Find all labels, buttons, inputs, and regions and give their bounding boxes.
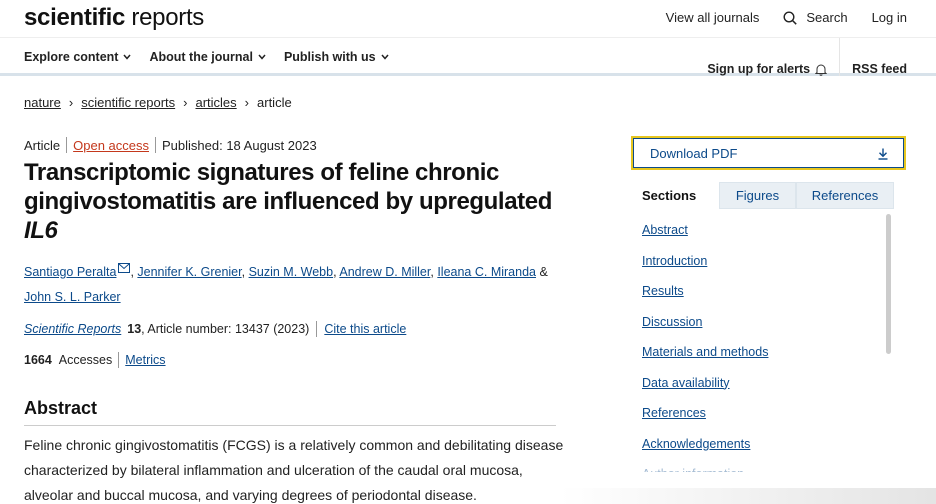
- article-type: Article: [24, 137, 61, 153]
- publish-menu[interactable]: Publish with us: [284, 50, 389, 64]
- cite-article-link[interactable]: Cite this article: [324, 322, 406, 336]
- section-link-results[interactable]: Results: [642, 279, 882, 310]
- abstract-text: Feline chronic gingivostomatitis (FCGS) …: [24, 437, 564, 503]
- search-button[interactable]: Search: [783, 10, 848, 25]
- article-number: , Article number: 13437 (2023): [141, 322, 310, 336]
- open-access-link[interactable]: Open access: [73, 138, 149, 153]
- breadcrumb-scientific-reports[interactable]: scientific reports: [81, 95, 175, 110]
- section-link-data-availability[interactable]: Data availability: [642, 371, 882, 402]
- breadcrumb: nature › scientific reports › articles › ar…: [24, 95, 292, 110]
- about-journal-menu[interactable]: About the journal: [149, 50, 266, 64]
- author-link[interactable]: Andrew D. Miller: [339, 265, 430, 279]
- breadcrumb-articles[interactable]: articles: [195, 95, 236, 110]
- abstract-heading: Abstract: [24, 398, 98, 418]
- sections-list: Abstract Introduction Results Discussion…: [642, 218, 882, 472]
- chevron-down-icon: [381, 54, 389, 60]
- site-logo[interactable]: scientific reports: [24, 4, 204, 32]
- section-link-references[interactable]: References: [642, 401, 882, 432]
- journal-link[interactable]: Scientific Reports: [24, 322, 121, 336]
- section-link-methods[interactable]: Materials and methods: [642, 340, 882, 371]
- article-title: Transcriptomic signatures of feline chro…: [24, 159, 552, 244]
- published-date: Published: 18 August 2023: [162, 137, 317, 153]
- explore-content-menu[interactable]: Explore content: [24, 50, 132, 64]
- volume: 13: [127, 322, 142, 336]
- alerts-link[interactable]: Sign up for alerts: [707, 62, 828, 76]
- author-link[interactable]: Santiago Peralta: [24, 265, 116, 279]
- section-link-abstract[interactable]: Abstract: [642, 218, 882, 249]
- main-nav: Explore content About the journal Publis…: [0, 38, 936, 76]
- section-link-acknowledgements[interactable]: Acknowledgements: [642, 432, 882, 463]
- bottom-shade: [560, 488, 936, 504]
- top-header: scientific reports View all journals Sea…: [0, 0, 936, 38]
- section-link-discussion[interactable]: Discussion: [642, 310, 882, 341]
- breadcrumb-separator: ›: [183, 95, 188, 110]
- section-link-introduction[interactable]: Introduction: [642, 249, 882, 280]
- tab-figures[interactable]: Figures: [719, 182, 796, 209]
- nav-divider: [839, 38, 841, 76]
- tab-references[interactable]: References: [796, 182, 894, 209]
- bell-icon: [815, 64, 828, 76]
- author-link[interactable]: Jennifer K. Grenier: [137, 265, 241, 279]
- author-list: Santiago Peralta, Jennifer K. Grenier, S…: [24, 263, 548, 304]
- accesses-count: 1664: [24, 353, 52, 367]
- view-all-journals-link[interactable]: View all journals: [666, 10, 760, 25]
- author-link[interactable]: John S. L. Parker: [24, 290, 121, 304]
- top-nav: View all journals Search Log in: [666, 10, 907, 25]
- login-link[interactable]: Log in: [872, 10, 907, 25]
- metrics-link[interactable]: Metrics: [125, 353, 165, 367]
- breadcrumb-separator: ›: [244, 95, 250, 110]
- download-pdf-label: Download PDF: [650, 146, 738, 161]
- accesses-label: Accesses: [58, 353, 113, 367]
- sections-scrollbar[interactable]: [886, 214, 891, 354]
- abstract-divider: [24, 425, 556, 426]
- sidebar-tabs: Sections Figures References: [632, 182, 894, 209]
- download-icon: [878, 148, 888, 160]
- author-link[interactable]: Suzin M. Webb: [249, 265, 334, 279]
- article-meta: Article Open access Published: 18 August…: [24, 137, 317, 153]
- author-link[interactable]: Ileana C. Miranda: [437, 265, 536, 279]
- download-pdf-button[interactable]: Download PDF: [631, 136, 906, 170]
- breadcrumb-nature[interactable]: nature: [24, 95, 61, 110]
- article-metrics: 1664 Accesses Metrics: [24, 352, 166, 368]
- chevron-down-icon: [123, 54, 132, 60]
- breadcrumb-current: article: [257, 95, 292, 110]
- breadcrumb-separator: ›: [68, 95, 74, 110]
- search-label: Search: [806, 10, 848, 25]
- mail-icon[interactable]: [118, 263, 131, 273]
- citation-line: Scientific Reports 13 , Article number: …: [24, 321, 406, 337]
- tab-sections[interactable]: Sections: [632, 182, 719, 209]
- search-icon: [783, 10, 798, 25]
- rss-feed-link[interactable]: RSS feed: [852, 62, 907, 76]
- chevron-down-icon: [258, 54, 266, 60]
